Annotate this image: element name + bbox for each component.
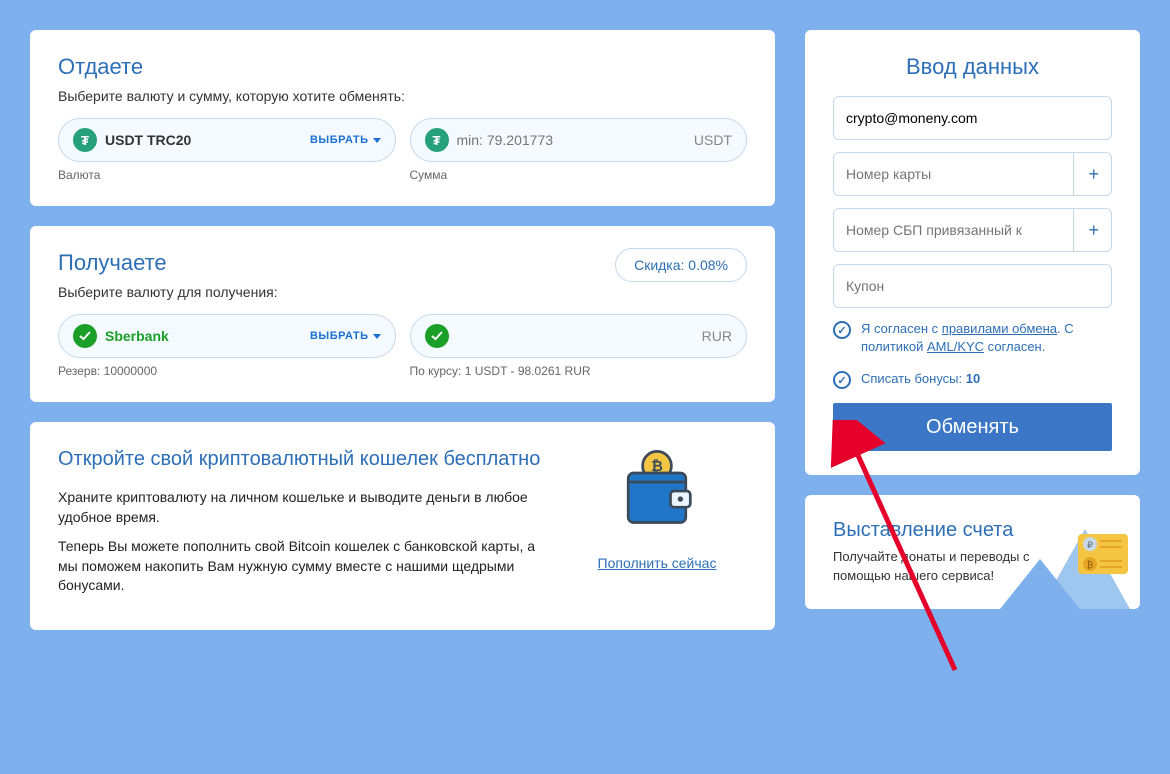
invoice-decoration-icon: ₿ ₽ — [1000, 519, 1140, 609]
receive-currency-select[interactable]: Sberbank ВЫБРАТЬ — [58, 314, 396, 358]
add-card-button[interactable]: + — [1073, 153, 1099, 195]
receive-card: Скидка: 0.08% Получаете Выберите валюту … — [30, 226, 775, 402]
refill-link[interactable]: Пополнить сейчас — [598, 555, 717, 571]
give-currency-select[interactable]: ₮ USDT TRC20 ВЫБРАТЬ — [58, 118, 396, 162]
chevron-down-icon — [373, 138, 381, 143]
data-entry-title: Ввод данных — [833, 54, 1112, 80]
bonus-checkbox-row: Списать бонусы: 10 — [833, 370, 1112, 389]
invoice-card[interactable]: Выставление счета Получайте донаты и пер… — [805, 495, 1140, 608]
give-amount-input[interactable] — [457, 132, 694, 148]
coupon-field[interactable] — [833, 264, 1112, 308]
data-entry-card: Ввод данных + + Я согласен с правилами о… — [805, 30, 1140, 475]
aml-link[interactable]: AML/KYC — [927, 339, 984, 354]
tether-icon: ₮ — [425, 128, 449, 152]
svg-text:₽: ₽ — [1087, 540, 1093, 550]
give-amount-label: Сумма — [410, 168, 748, 182]
agree-text: Я согласен с правилами обмена. С политик… — [861, 320, 1112, 356]
card-number-field[interactable]: + — [833, 152, 1112, 196]
receive-rate-label: По курсу: 1 USDT - 98.0261 RUR — [410, 364, 748, 378]
agree-checkbox-row: Я согласен с правилами обмена. С политик… — [833, 320, 1112, 356]
give-title: Отдаете — [58, 54, 747, 80]
sbp-number-field[interactable]: + — [833, 208, 1112, 252]
give-card: Отдаете Выберите валюту и сумму, которую… — [30, 30, 775, 206]
receive-currency-name: Sberbank — [105, 328, 169, 344]
coupon-input[interactable] — [846, 278, 1099, 294]
receive-amount-field[interactable]: RUR — [410, 314, 748, 358]
email-field[interactable] — [833, 96, 1112, 140]
give-currency-name: USDT TRC20 — [105, 132, 191, 148]
discount-badge: Скидка: 0.08% — [615, 248, 747, 282]
receive-reserve-label: Резерв: 10000000 — [58, 364, 396, 378]
give-amount-field[interactable]: ₮ USDT — [410, 118, 748, 162]
sberbank-icon — [73, 324, 97, 348]
receive-select-button[interactable]: ВЫБРАТЬ — [310, 330, 381, 342]
receive-subtitle: Выберите валюту для получения: — [58, 284, 747, 300]
wallet-promo-card: Откройте свой криптовалютный кошелек бес… — [30, 422, 775, 630]
card-number-input[interactable] — [846, 166, 1073, 182]
add-sbp-button[interactable]: + — [1073, 209, 1099, 251]
receive-ticker: RUR — [702, 328, 732, 344]
email-input[interactable] — [846, 110, 1099, 126]
rules-link[interactable]: правилами обмена — [942, 321, 1057, 336]
wallet-title: Откройте свой криптовалютный кошелек бес… — [58, 446, 547, 472]
chevron-down-icon — [373, 334, 381, 339]
receive-amount-input[interactable] — [457, 328, 702, 344]
bonus-text: Списать бонусы: 10 — [861, 370, 980, 388]
svg-text:₿: ₿ — [1087, 560, 1094, 570]
wallet-p1: Храните криптовалюту на личном кошельке … — [58, 488, 547, 527]
give-currency-label: Валюта — [58, 168, 396, 182]
wallet-p2: Теперь Вы можете пополнить свой Bitcoin … — [58, 537, 547, 596]
give-subtitle: Выберите валюту и сумму, которую хотите … — [58, 88, 747, 104]
give-ticker: USDT — [694, 132, 732, 148]
agree-checkbox[interactable] — [833, 321, 851, 339]
exchange-button[interactable]: Обменять — [833, 403, 1112, 451]
sberbank-icon — [425, 324, 449, 348]
sbp-number-input[interactable] — [846, 222, 1073, 238]
tether-icon: ₮ — [73, 128, 97, 152]
give-select-button[interactable]: ВЫБРАТЬ — [310, 134, 381, 146]
wallet-icon: ₿ — [612, 446, 702, 536]
bonus-checkbox[interactable] — [833, 371, 851, 389]
